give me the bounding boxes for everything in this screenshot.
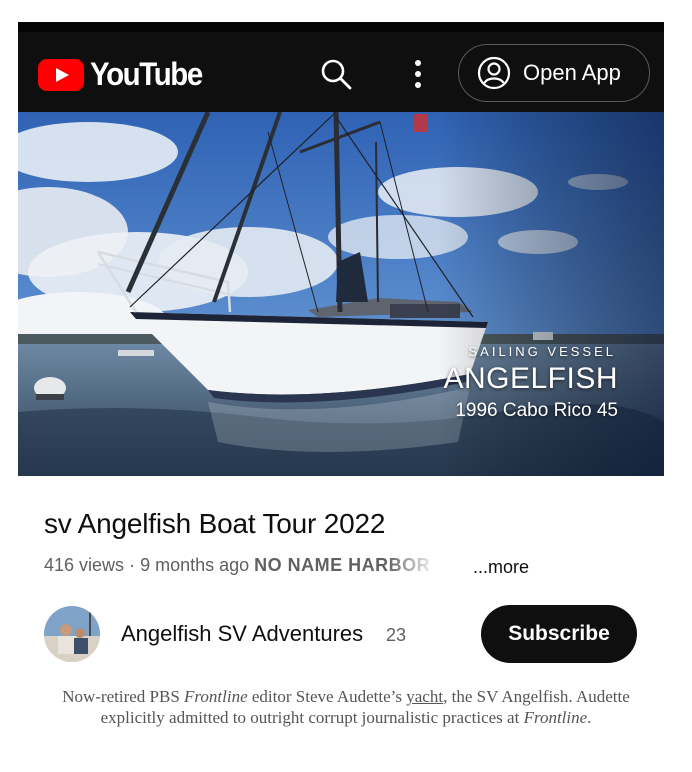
view-count: 416 views [44,555,125,575]
brand-name: YouTube [90,56,203,92]
account-circle-icon [477,56,511,90]
channel-avatar[interactable] [44,606,100,662]
youtube-play-icon [38,58,84,91]
search-icon [321,59,352,90]
overlay-vessel-name: ANGELFISH [443,362,618,395]
video-title[interactable]: sv Angelfish Boat Tour 2022 [44,508,385,540]
overlay-vessel-model: 1996 Cabo Rico 45 [455,400,618,421]
search-button[interactable] [318,56,354,92]
open-app-button[interactable]: Open App [458,44,650,102]
caption-text-4: . [587,708,592,727]
app-header: YouTube Open App [18,22,664,112]
show-more-link[interactable]: ...more [473,557,529,578]
subscribe-button[interactable]: Subscribe [481,605,637,663]
caption-text-2: editor Steve Audette’s [247,687,407,706]
image-caption: Now-retired PBS Frontline editor Steve A… [60,686,632,728]
caption-yacht-link[interactable]: yacht [406,687,443,706]
subscriber-count: 23 [386,625,407,645]
overlay-kicker: SAILING VESSEL [468,344,616,359]
meta-separator: · [129,555,141,575]
youtube-logo[interactable]: YouTube [38,56,212,93]
open-app-label: Open App [523,60,621,85]
more-vert-icon [415,60,421,88]
caption-show-1: Frontline [184,687,248,706]
video-player[interactable]: SAILING VESSEL ANGELFISH 1996 Cabo Rico … [18,112,664,476]
video-metadata[interactable]: 416 views · 9 months ago NO NAME HARBOR [44,555,430,576]
channel-name[interactable]: Angelfish SV Adventures [121,621,363,647]
caption-show-2: Frontline [523,708,588,727]
more-options-button[interactable] [406,56,430,92]
location-tag: NO NAME HARBOR [254,555,431,575]
channel-avatar-image [44,606,100,662]
caption-text-1: Now-retired PBS [62,687,185,706]
upload-age: 9 months ago [140,555,250,575]
